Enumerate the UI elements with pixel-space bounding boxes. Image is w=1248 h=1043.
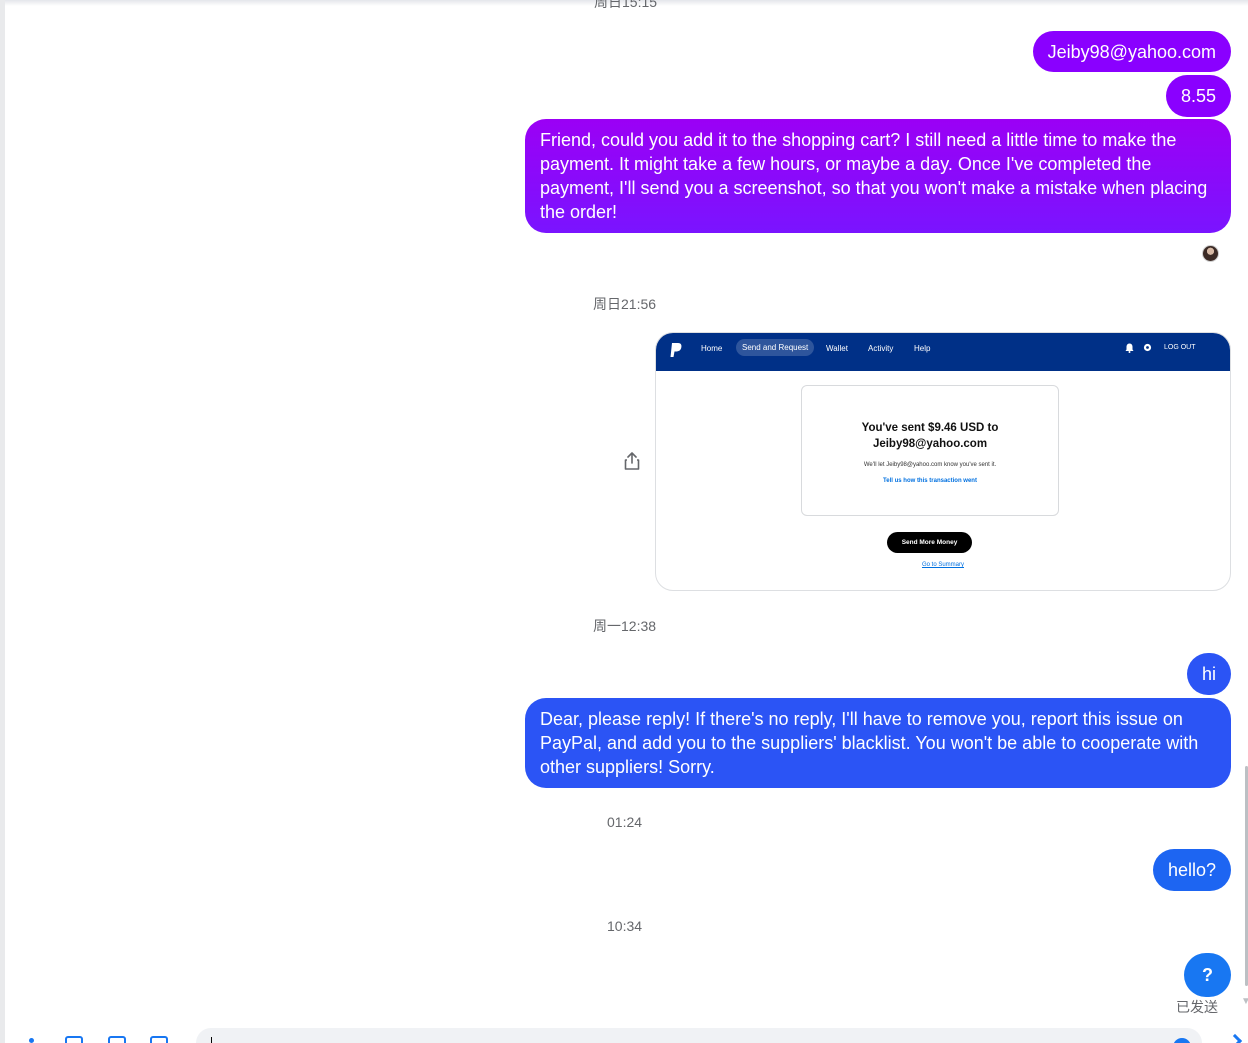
paypal-nav-home: Home	[701, 344, 723, 353]
message-bubble[interactable]: hello?	[1152, 849, 1231, 891]
paypal-confirmation-card: You've sent $9.46 USD to Jeiby98@yahoo.c…	[801, 385, 1059, 516]
timestamp: 01:24	[607, 814, 643, 830]
message-bubble[interactable]: ?	[1184, 953, 1231, 997]
message-bubble[interactable]: Jeiby98@yahoo.com	[1032, 31, 1231, 72]
photo-icon[interactable]	[65, 1036, 83, 1043]
timestamp: 周一12:38	[593, 618, 657, 634]
paypal-header: Home Send and Request Wallet Activity He…	[656, 333, 1230, 371]
paypal-sent-recipient: Jeiby98@yahoo.com	[872, 438, 988, 450]
paypal-feedback-link: Tell us how this transaction went	[883, 478, 977, 484]
delivery-status: 已发送	[1176, 999, 1218, 1015]
more-actions-icon[interactable]	[29, 1038, 34, 1043]
message-bubble[interactable]: Friend, could you add it to the shopping…	[525, 119, 1231, 233]
message-input[interactable]	[196, 1028, 1202, 1043]
scroll-down-icon[interactable]: ▼	[1241, 996, 1248, 1007]
window-edge	[0, 0, 5, 1043]
gear-icon	[1143, 343, 1152, 352]
message-bubble[interactable]: 8.55	[1165, 75, 1231, 117]
bell-icon	[1125, 343, 1134, 353]
paypal-summary-link: Go to Summary	[921, 562, 964, 568]
sticker-icon[interactable]	[108, 1036, 126, 1043]
avatar	[1202, 245, 1219, 262]
paypal-send-more-button: Send More Money	[887, 532, 972, 553]
timestamp: 10:34	[607, 918, 643, 934]
paypal-nav-activity: Activity	[868, 344, 894, 353]
paypal-nav-wallet: Wallet	[826, 344, 848, 353]
gif-icon[interactable]	[150, 1036, 168, 1043]
paypal-nav-help: Help	[914, 344, 931, 353]
share-icon[interactable]	[621, 450, 643, 472]
message-bubble[interactable]: hi	[1186, 653, 1231, 695]
paypal-nav-send-request: Send and Request	[736, 339, 815, 356]
timestamp: 周日21:56	[593, 296, 657, 312]
paypal-logo-icon	[670, 343, 682, 357]
send-icon[interactable]	[1227, 1033, 1243, 1043]
timestamp: 周日15:15	[594, 0, 658, 10]
paypal-logout: LOG OUT	[1164, 344, 1196, 351]
paypal-sent-title: You've sent $9.46 USD to	[861, 422, 999, 434]
paypal-note: We'll let Jeiby98@yahoo.com know you've …	[863, 462, 997, 468]
text-cursor	[211, 1037, 212, 1043]
message-bubble[interactable]: Dear, please reply! If there's no reply,…	[525, 698, 1231, 788]
image-attachment[interactable]: Home Send and Request Wallet Activity He…	[655, 332, 1231, 591]
